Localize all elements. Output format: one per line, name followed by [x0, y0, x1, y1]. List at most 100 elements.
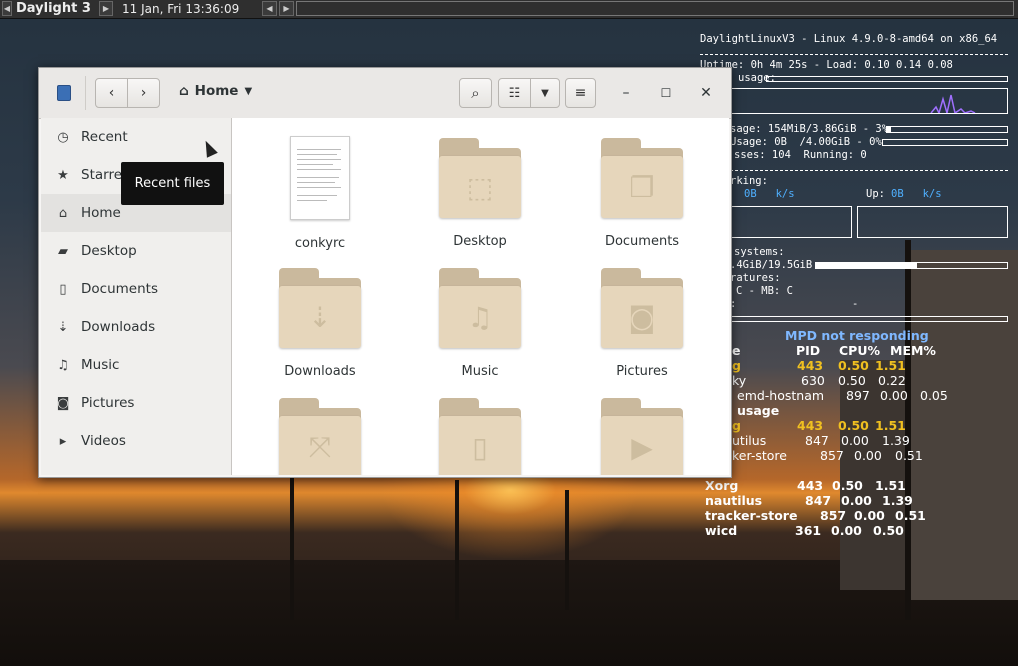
text-line	[297, 169, 341, 170]
file-name: Music	[461, 364, 499, 379]
location-button[interactable]: ⌂ Home ▼	[179, 83, 252, 99]
menu-button[interactable]: ≡	[565, 78, 596, 108]
proc-mem: 1.51	[875, 478, 906, 493]
ram-text: sage: 154MiB/3.86GiB - 3%	[730, 123, 889, 135]
music-folder-icon: ♫	[439, 268, 521, 348]
file-item[interactable]: ❐ Documents	[572, 138, 712, 249]
chevron-right-icon: ›	[140, 85, 147, 101]
sidebar-item-label: Pictures	[81, 395, 135, 411]
col-header-name: e	[732, 343, 741, 358]
downloads-folder-icon: ⇣	[279, 268, 361, 348]
cpu-graph	[730, 88, 1008, 116]
prev-button[interactable]: ◀	[262, 1, 277, 16]
public-folder-icon: ⤧	[279, 398, 361, 475]
dropdown-arrow-icon: ▼	[244, 85, 253, 97]
proc-cpu: 0.00	[854, 508, 885, 523]
proc-mem: 1.39	[882, 493, 913, 508]
download-icon: ⇣	[57, 319, 69, 335]
proc-mem: 1.51	[875, 358, 906, 373]
sysinfo-text: DaylightLinuxV3 - Linux 4.9.0-8-amd64 on…	[700, 33, 998, 45]
fs-usage-bar-fill	[816, 263, 918, 268]
proc-pid: 443	[797, 418, 824, 433]
view-options-button[interactable]: ▼	[530, 78, 560, 108]
proc-pid: 630	[801, 373, 825, 388]
swap-text: Usage: 0B /4.00GiB - 0%	[730, 136, 882, 148]
sidebar-item-music[interactable]: ♫ Music	[41, 346, 231, 384]
view-mode-button[interactable]: ☷	[498, 78, 531, 108]
taskbar-area[interactable]	[296, 1, 1014, 16]
file-item[interactable]: conkyrc	[250, 136, 390, 251]
swap-bar	[882, 139, 1008, 146]
tooltip: Recent files	[121, 162, 224, 205]
file-item[interactable]: ⇣ Downloads	[250, 268, 390, 379]
building	[905, 250, 1018, 600]
file-item[interactable]: ♫ Music	[410, 268, 550, 379]
upload-label: Up:	[866, 188, 885, 200]
ram-bar	[886, 126, 1008, 133]
proc-pid: 847	[805, 433, 829, 448]
file-manager-window: ‹ › ⌂ Home ▼ ⌕ ☷ ▼ ≡ – ☐ ✕ ◷ Recent ★ St…	[38, 67, 732, 478]
music-icon: ♫	[57, 357, 69, 373]
file-item[interactable]: ◙ Pictures	[572, 268, 712, 379]
sidebar-item-pictures[interactable]: ◙ Pictures	[41, 384, 231, 422]
file-item[interactable]: ▶	[572, 398, 712, 475]
sidebar-item-label: Videos	[81, 433, 126, 449]
palm-trunk	[905, 240, 911, 620]
sidebar-item-label: Home	[81, 205, 121, 221]
sidebar-item-label: Desktop	[81, 243, 137, 259]
templates-folder-icon: ▯	[439, 398, 521, 475]
forward-button[interactable]: ›	[127, 78, 160, 108]
file-name: Desktop	[453, 234, 507, 249]
next-workspace-button[interactable]: ▶	[99, 1, 113, 16]
proc-pid: 897	[846, 388, 870, 403]
sidebar-item-videos[interactable]: ▸ Videos	[41, 422, 231, 460]
proc-pid: 361	[795, 523, 822, 538]
sidebar-item-desktop[interactable]: ▰ Desktop	[41, 232, 231, 270]
file-item[interactable]: ⤧	[250, 398, 390, 475]
folder-icon: ▰	[58, 243, 68, 259]
sidebar-item-documents[interactable]: ▯ Documents	[41, 270, 231, 308]
file-name: Pictures	[616, 364, 668, 379]
proc-name: ker-store	[732, 448, 787, 463]
proc-cpu: 0.50	[838, 418, 869, 433]
text-line	[297, 182, 335, 183]
text-file-icon	[290, 136, 350, 220]
file-name: Downloads	[284, 364, 356, 379]
proc-mem: 0.22	[878, 373, 906, 388]
file-item[interactable]: ▯	[410, 398, 550, 475]
star-icon: ★	[57, 167, 69, 183]
close-button[interactable]: ✕	[695, 82, 717, 104]
proc-name: emd-hostnam	[737, 388, 825, 403]
networking-label: rking:	[730, 175, 768, 187]
proc-name: tracker-store	[705, 508, 798, 523]
fs-usage-text: .4GiB/19.5GiB	[730, 259, 813, 271]
videos-folder-icon: ▶	[601, 398, 683, 475]
clock: 11 Jan, Fri 13:36:09	[122, 2, 240, 16]
minimize-button[interactable]: –	[615, 82, 637, 104]
home-icon: ⌂	[179, 83, 189, 99]
search-icon: ⌕	[471, 84, 480, 102]
upload-rate: 0B k/s	[891, 188, 942, 200]
maximize-button[interactable]: ☐	[655, 82, 677, 104]
temperatures-label: ratures:	[730, 272, 781, 284]
search-button[interactable]: ⌕	[459, 78, 492, 108]
download-rate: 0B k/s	[744, 188, 795, 200]
back-button[interactable]: ‹	[95, 78, 128, 108]
file-item[interactable]: ⬚ Desktop	[410, 138, 550, 249]
proc-pid: 847	[805, 493, 832, 508]
prev-workspace-button[interactable]: ◀	[2, 1, 12, 16]
proc-cpu: 0.50	[832, 478, 863, 493]
proc-mem: 0.05	[920, 388, 948, 403]
proc-name: utilus	[732, 433, 767, 448]
separator	[730, 170, 1008, 171]
proc-mem: 0.51	[895, 448, 923, 463]
fs-usage-bar	[815, 262, 1008, 269]
mem-usage-label: usage	[737, 403, 780, 418]
sidebar-item-downloads[interactable]: ⇣ Downloads	[41, 308, 231, 346]
proc-name: wicd	[705, 523, 738, 538]
ram-bar-fill	[887, 127, 891, 132]
documents-folder-icon: ❐	[601, 138, 683, 218]
uptime-text: Uptime: 0h 4m 25s - Load: 0.10 0.14 0.08	[700, 59, 953, 71]
file-name: conkyrc	[294, 236, 346, 251]
next-button[interactable]: ▶	[279, 1, 294, 16]
